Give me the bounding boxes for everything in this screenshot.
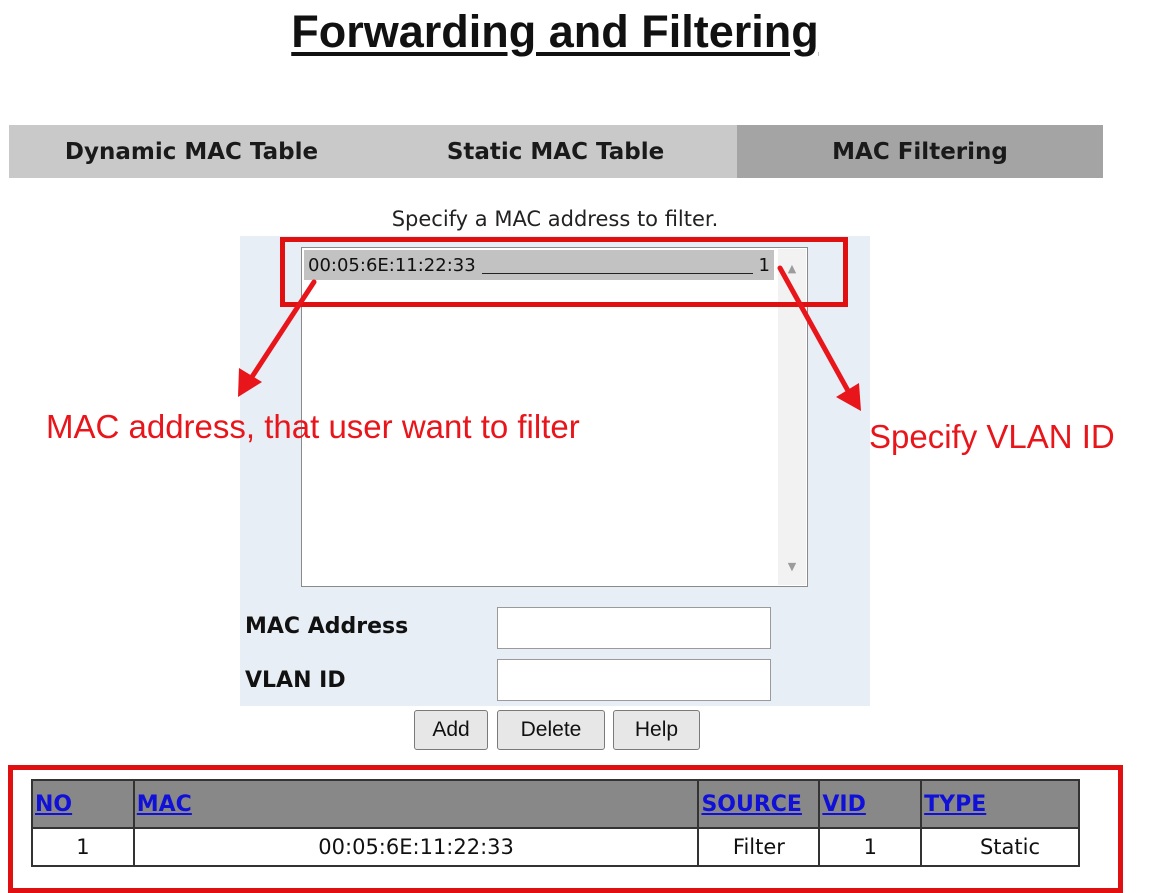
page-title: Forwarding and Filtering [291,6,819,57]
mac-filter-table: NO MAC SOURCE VID TYPE 1 00:05:6E:11:22:… [31,779,1080,867]
column-header-mac[interactable]: MAC [132,779,700,829]
help-button[interactable]: Help [613,710,700,750]
sort-link-mac[interactable]: MAC [137,792,192,817]
list-scrollbar[interactable]: ▲ ▼ [778,249,806,585]
add-button[interactable]: Add [414,710,488,750]
column-header-no[interactable]: NO [31,779,135,829]
filter-instruction: Specify a MAC address to filter. [391,207,719,231]
column-header-type[interactable]: TYPE [920,779,1080,829]
vlan-id-input[interactable] [497,659,771,701]
list-item-mac: 00:05:6E:11:22:33 [308,254,476,276]
mac-address-label: MAC Address [245,614,409,639]
list-item-vlan: 1 [758,254,770,276]
table-header-row: NO MAC SOURCE VID TYPE [31,779,1080,829]
list-item-divider [481,273,753,274]
list-item[interactable]: 00:05:6E:11:22:33 1 [304,250,774,280]
cell-no: 1 [31,827,135,867]
column-header-vid[interactable]: VID [818,779,923,829]
scroll-down-arrow-icon[interactable]: ▼ [778,555,806,577]
vlan-annotation-text: Specify VLAN ID [869,418,1115,455]
vlan-id-label: VLAN ID [245,668,346,693]
cell-source: Filter [697,827,821,867]
sort-link-vid[interactable]: VID [822,792,865,817]
sort-link-source[interactable]: SOURCE [701,792,802,817]
tab-bar: Dynamic MAC Table Static MAC Table MAC F… [9,125,1103,178]
mac-annotation-text: MAC address, that user want to filter [46,408,580,445]
cell-mac: 00:05:6E:11:22:33 [132,827,700,867]
column-header-source[interactable]: SOURCE [697,779,821,829]
sort-link-type[interactable]: TYPE [924,792,986,817]
sort-link-no[interactable]: NO [35,792,72,817]
tab-mac-filtering[interactable]: MAC Filtering [737,125,1103,178]
table-row: 1 00:05:6E:11:22:33 Filter 1 Static [31,827,1080,867]
cell-type: Static [920,827,1080,867]
tab-static-mac-table[interactable]: Static MAC Table [374,125,737,178]
mac-address-input[interactable] [497,607,771,649]
delete-button[interactable]: Delete [497,710,605,750]
cell-vid: 1 [818,827,923,867]
scroll-up-arrow-icon[interactable]: ▲ [778,257,806,279]
tab-dynamic-mac-table[interactable]: Dynamic MAC Table [9,125,374,178]
